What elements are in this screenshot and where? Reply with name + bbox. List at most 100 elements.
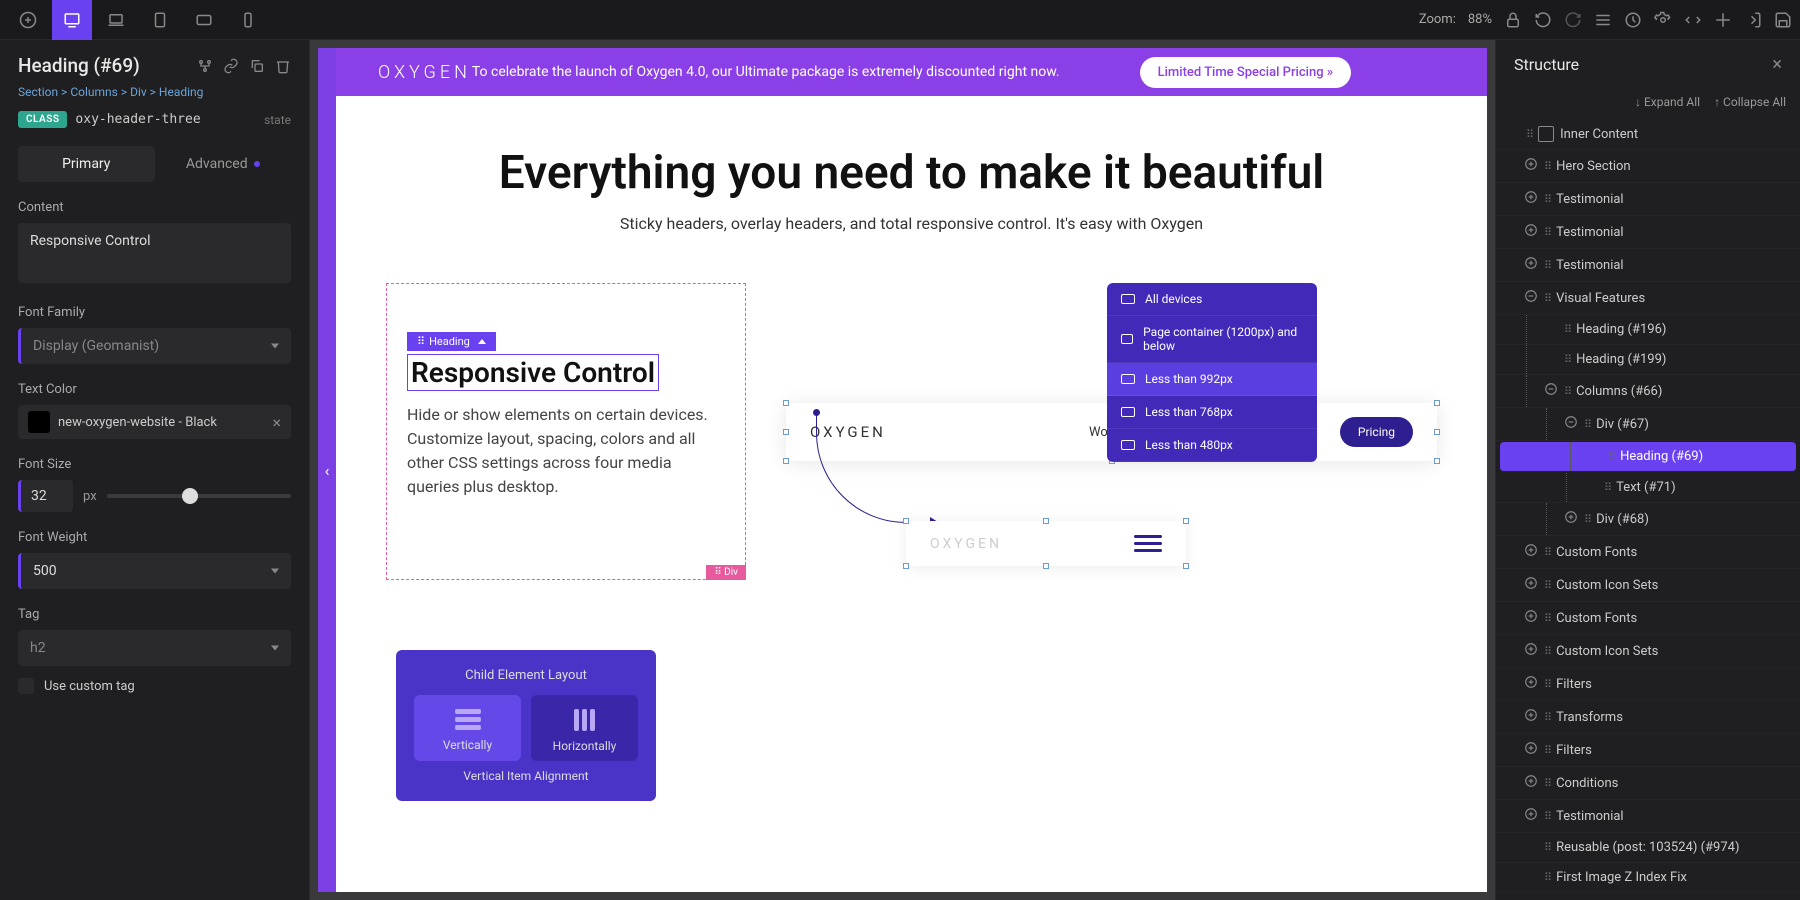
expand-icon[interactable] (1524, 807, 1538, 825)
expand-icon[interactable] (1524, 774, 1538, 792)
tree-item[interactable]: ⠿First Image Z Index Fix (1496, 863, 1800, 893)
canvas-preview[interactable]: OXYGEN To celebrate the launch of Oxygen… (336, 48, 1487, 892)
tree-item[interactable]: ⠿Hero Section (1496, 150, 1800, 183)
tree-item[interactable]: ⠿Div (#67) (1496, 408, 1800, 441)
grip-icon[interactable]: ⠿ (1544, 777, 1550, 790)
element-tag-heading[interactable]: ⠿ Heading (407, 332, 496, 351)
grid-icon[interactable] (1714, 11, 1732, 29)
tree-item[interactable]: ⠿Heading (#199) (1496, 345, 1800, 375)
collapse-icon[interactable] (1544, 382, 1558, 400)
class-selector[interactable]: oxy-header-three (75, 112, 256, 127)
selected-div-outline[interactable]: ⠿ Heading ⠿ Div Responsive Control Hide … (386, 283, 746, 580)
tree-item[interactable]: ⠿Custom Icon Sets (1496, 635, 1800, 668)
custom-tag-checkbox[interactable] (18, 678, 34, 694)
grip-icon[interactable]: ⠿ (1564, 385, 1570, 398)
expand-icon[interactable] (1524, 708, 1538, 726)
exit-icon[interactable] (1744, 11, 1762, 29)
grip-icon[interactable]: ⠿ (1584, 513, 1590, 526)
grip-icon[interactable]: ⠿ (1544, 579, 1550, 592)
expand-icon[interactable] (1524, 576, 1538, 594)
element-tag-div[interactable]: ⠿ Div (706, 565, 746, 580)
selected-heading[interactable]: Responsive Control (407, 354, 659, 391)
tree-item[interactable]: ⠿Testimonial (1496, 216, 1800, 249)
expand-icon[interactable] (1524, 223, 1538, 241)
tree-item[interactable]: ⠿Filters (1496, 668, 1800, 701)
grip-icon[interactable]: ⠿ (1544, 160, 1550, 173)
grip-icon[interactable]: ⠿ (1544, 226, 1550, 239)
grip-icon[interactable]: ⠿ (1564, 353, 1570, 366)
clear-color-icon[interactable]: × (272, 413, 281, 432)
viewport-tablet-landscape-button[interactable] (184, 0, 224, 40)
tree-item[interactable]: ⠿Div (#68) (1496, 503, 1800, 536)
expand-icon[interactable] (1524, 675, 1538, 693)
collapse-icon[interactable] (1524, 289, 1538, 307)
font-family-select[interactable]: Display (Geomanist) (18, 328, 291, 364)
font-size-unit[interactable]: px (83, 489, 97, 504)
expand-icon[interactable] (1524, 642, 1538, 660)
expand-icon[interactable] (1524, 609, 1538, 627)
grip-icon[interactable]: ⠿ (1544, 711, 1550, 724)
breadcrumb[interactable]: Section > Columns > Div > Heading (18, 85, 291, 99)
content-input[interactable]: Responsive Control (18, 223, 291, 283)
grip-icon[interactable]: ⠿ (1544, 193, 1550, 206)
tree-item[interactable]: ⠿Conditions (1496, 767, 1800, 800)
add-element-button[interactable] (8, 0, 48, 40)
grip-icon[interactable]: ⠿ (1544, 871, 1550, 884)
viewport-phone-button[interactable] (228, 0, 268, 40)
viewport-tablet-button[interactable] (140, 0, 180, 40)
grip-icon[interactable]: ⠿ (1544, 546, 1550, 559)
viewport-desktop-button[interactable] (52, 0, 92, 40)
expand-icon[interactable] (1524, 741, 1538, 759)
grip-icon[interactable]: ⠿ (1544, 612, 1550, 625)
collapse-all-button[interactable]: ↑ Collapse All (1714, 95, 1786, 109)
tree-item[interactable]: ⠿Heading (#69) (1500, 442, 1796, 472)
tree-item[interactable]: ⠿Custom Icon Sets (1496, 569, 1800, 602)
banner-cta-button[interactable]: Limited Time Special Pricing » (1140, 57, 1352, 88)
collapse-icon[interactable] (1564, 415, 1578, 433)
history-icon[interactable] (1624, 11, 1642, 29)
expand-icon[interactable] (1524, 190, 1538, 208)
grip-icon[interactable]: ⠿ (1544, 645, 1550, 658)
grip-icon[interactable]: ⠿ (1544, 678, 1550, 691)
trash-icon[interactable] (275, 58, 291, 74)
grip-icon[interactable]: ⠿ (1584, 418, 1590, 431)
tab-advanced[interactable]: Advanced (155, 146, 292, 182)
grip-icon[interactable]: ⠿ (1544, 292, 1550, 305)
tab-primary[interactable]: Primary (18, 146, 155, 182)
grip-icon[interactable]: ⠿ (1544, 810, 1550, 823)
undo-icon[interactable] (1534, 11, 1552, 29)
expand-icon[interactable] (1524, 256, 1538, 274)
link-icon[interactable] (223, 58, 239, 74)
grip-icon[interactable]: ⠿ (1604, 481, 1610, 494)
close-structure-icon[interactable]: × (1772, 54, 1782, 75)
grip-icon[interactable]: ⠿ (1564, 323, 1570, 336)
expand-icon[interactable] (1524, 543, 1538, 561)
tree-item[interactable]: ⠿Columns (#66) (1496, 375, 1800, 408)
structure-icon[interactable] (1594, 11, 1612, 29)
grip-icon[interactable]: ⠿ (1526, 128, 1532, 141)
tree-item[interactable]: ⠿Text (#71) (1496, 473, 1800, 503)
tree-item[interactable]: ⠿Testimonial (1496, 183, 1800, 216)
copy-icon[interactable] (249, 58, 265, 74)
redo-icon[interactable] (1564, 11, 1582, 29)
tag-select[interactable]: h2 (18, 630, 291, 666)
tree-item[interactable]: ⠿Custom Fonts (1496, 602, 1800, 635)
tree-item[interactable]: ⠿Filters (1496, 734, 1800, 767)
tree-icon[interactable] (197, 58, 213, 74)
viewport-laptop-button[interactable] (96, 0, 136, 40)
tree-item[interactable]: ⠿Testimonial (1496, 249, 1800, 282)
grip-icon[interactable]: ⠿ (1544, 259, 1550, 272)
lock-icon[interactable] (1504, 11, 1522, 29)
grip-icon[interactable]: ⠿ (1608, 450, 1614, 463)
tree-item[interactable]: ⠿Custom Fonts (1496, 536, 1800, 569)
tree-item[interactable]: ⠿Inner Content (1496, 119, 1800, 150)
tree-item[interactable]: ⠿Reusable (post: 103524) (#974) (1496, 833, 1800, 863)
font-size-input[interactable] (18, 480, 73, 512)
grip-icon[interactable]: ⠿ (1544, 841, 1550, 854)
save-icon[interactable] (1774, 11, 1792, 29)
code-icon[interactable] (1684, 11, 1702, 29)
expand-icon[interactable] (1524, 157, 1538, 175)
tree-item[interactable]: ⠿Heading (#196) (1496, 315, 1800, 345)
tree-item[interactable]: ⠿Transforms (1496, 701, 1800, 734)
expand-icon[interactable] (1564, 510, 1578, 528)
